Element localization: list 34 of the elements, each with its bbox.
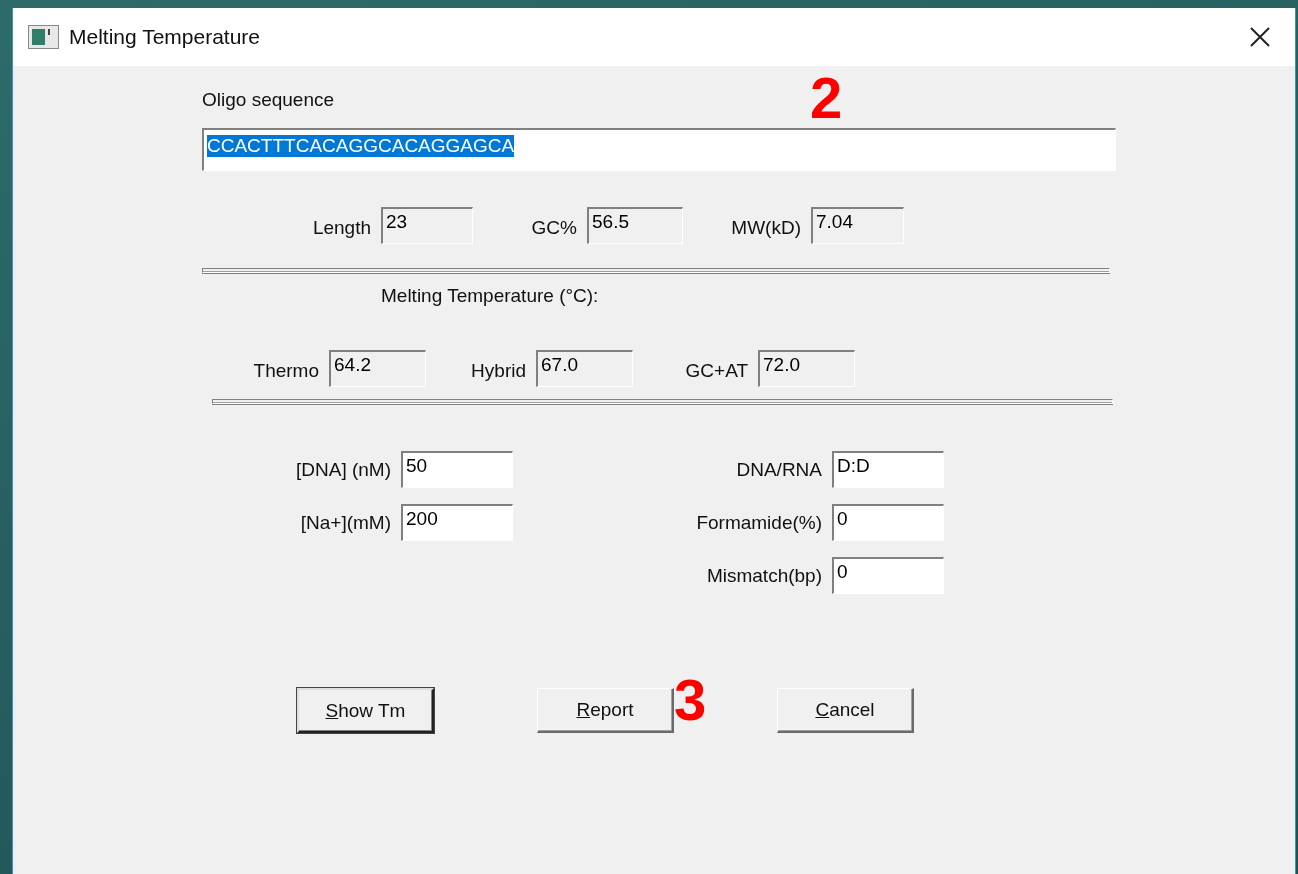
input-field[interactable]: 200: [401, 504, 513, 541]
annotation-number: 3: [674, 671, 707, 729]
input-field[interactable]: 0: [832, 504, 944, 541]
close-icon[interactable]: [1250, 27, 1270, 47]
input-field[interactable]: 0: [832, 557, 944, 594]
field-label: [DNA] (nM): [295, 458, 392, 481]
sequence-text: CCACTTTCACAGGCACAGGAGCA: [207, 135, 515, 157]
section-heading: Melting Temperature (°C):: [381, 285, 599, 307]
readonly-field: 23: [381, 207, 473, 244]
readonly-field: 7.04: [811, 207, 904, 244]
readonly-field: 64.2: [329, 350, 426, 387]
field-label: MW(kD): [730, 215, 802, 239]
field-label: DNA/RNA: [735, 458, 823, 481]
field-label: [Na+](mM): [299, 511, 392, 534]
sequence-field[interactable]: CCACTTTCACAGGCACAGGAGCA: [202, 128, 1116, 171]
field-label: Oligo sequence: [202, 89, 335, 111]
annotation-number: 2: [810, 69, 843, 127]
field-label: GC+AT: [684, 358, 749, 382]
readonly-field: 67.0: [536, 350, 633, 387]
field-label: Formamide(%): [695, 511, 823, 534]
input-field[interactable]: D:D: [832, 451, 944, 488]
dialog-button[interactable]: Report: [537, 688, 674, 733]
app-icon: [28, 25, 59, 49]
field-label: Length: [311, 215, 372, 239]
field-label: Hybrid: [470, 358, 527, 382]
field-label: Mismatch(bp): [705, 564, 823, 587]
dialog-button[interactable]: Show Tm: [297, 688, 434, 733]
readonly-field: 72.0: [758, 350, 855, 387]
window-title: Melting Temperature: [69, 25, 261, 49]
field-label: Thermo: [252, 358, 320, 382]
field-label: GC%: [530, 215, 578, 239]
dialog-button[interactable]: Cancel: [777, 688, 914, 733]
input-field[interactable]: 50: [401, 451, 513, 488]
readonly-field: 56.5: [587, 207, 683, 244]
